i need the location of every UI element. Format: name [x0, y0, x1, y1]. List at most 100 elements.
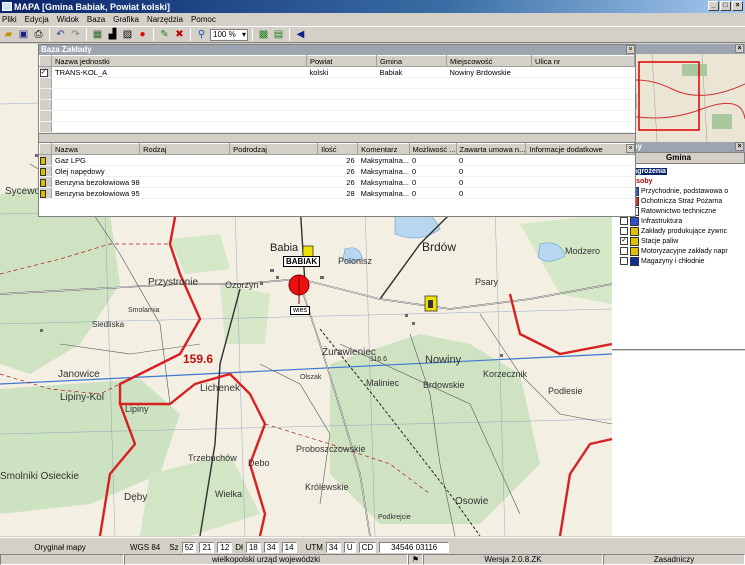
splitter[interactable]	[39, 133, 635, 143]
fuel-station-icon	[630, 236, 639, 246]
place-janowice-label: Janowice	[58, 369, 100, 380]
original-map-label[interactable]: Oryginał mapy	[34, 543, 86, 552]
close-button[interactable]: ×	[732, 1, 743, 11]
menu-grafika[interactable]: Grafika	[113, 15, 139, 24]
institution-label: wielkopolski urząd wojewódzki	[124, 554, 408, 565]
grid-icon[interactable]: ▤	[272, 28, 285, 41]
print-icon[interactable]: ⎙	[32, 28, 45, 41]
scenario-label: Zasadniczy	[603, 554, 745, 565]
save-icon[interactable]: ▣	[17, 28, 30, 41]
utm-label: UTM	[305, 542, 323, 552]
place-brdowskie-label: Brdowskie	[423, 380, 465, 390]
menu-widok[interactable]: Widok	[57, 15, 79, 24]
chart-icon[interactable]: ▟	[106, 28, 119, 41]
delete-icon[interactable]: ✖	[173, 28, 186, 41]
menu-edycja[interactable]: Edycja	[25, 15, 49, 24]
title-bar: MAPA [Gmina Babiak, Powiat kolski] _ □ ×	[0, 0, 745, 13]
menu-pomoc[interactable]: Pomoc	[191, 15, 216, 24]
col-nazwa[interactable]: Nazwa	[50, 143, 141, 155]
place-sycewo-label: Sycewo	[5, 186, 41, 197]
resources-panel-close-button[interactable]: ×	[735, 142, 744, 151]
menu-narzedzia[interactable]: Narzędzia	[147, 15, 183, 24]
col-komentarz[interactable]: Komentarz	[357, 143, 410, 155]
open-icon[interactable]: ▰	[2, 28, 15, 41]
fuel-icon	[39, 156, 46, 165]
redo-icon[interactable]: ↷	[69, 28, 82, 41]
legend-item-zaklady-zywnosc[interactable]: Zakłady produkujące żywnc	[612, 226, 745, 236]
lat-min: 21	[199, 541, 215, 553]
record-icon[interactable]: ●	[136, 28, 149, 41]
place-modzero-label: Modzero	[565, 246, 601, 256]
maximize-button[interactable]: □	[720, 1, 731, 11]
elevation-116-label: 116.6	[370, 356, 387, 363]
edit-icon[interactable]: ✎	[158, 28, 171, 41]
legend-item-magazyny[interactable]: Magazyny i chłodnie	[612, 256, 745, 266]
table-row[interactable]: Benzyna bezołowiowa 95 28 Maksymalna... 0 0	[39, 187, 635, 199]
table-row[interactable]: Olej napędowy 26 Maksymalna... 0 0	[39, 165, 635, 177]
legend-item-stacje-paliw[interactable]: ✓ Stacje paliw	[612, 236, 745, 246]
col-ilosc[interactable]: Ilość	[317, 143, 359, 155]
status-bar: Oryginał mapy WGS 84 Sz 52 21 12 Dł 18 3…	[0, 537, 745, 565]
fuel-icon	[39, 189, 46, 198]
babiak-box-label[interactable]: BABIAK	[283, 256, 321, 267]
back-arrow-icon[interactable]: ◀	[294, 28, 307, 41]
pick-icon[interactable]: ▨	[121, 28, 134, 41]
db-panel-close-button-2[interactable]: ×	[626, 144, 635, 153]
zoom-select[interactable]: 100 %	[210, 28, 248, 41]
navigator-close-button[interactable]: ×	[735, 44, 744, 53]
food-plant-icon	[630, 226, 639, 236]
legend-checkbox[interactable]	[620, 217, 628, 225]
legend-checkbox[interactable]	[620, 257, 628, 265]
col-rodzaj[interactable]: Rodzaj	[139, 143, 231, 155]
toolbar: ▰ ▣ ⎙ ↶ ↷ ▦ ▟ ▨ ● ✎ ✖ ⚲ 100 % ▩ ▤ ◀	[0, 26, 745, 43]
map-icon[interactable]: ▩	[257, 28, 270, 41]
col-ulica[interactable]: Ulica nr	[531, 55, 635, 67]
col-nazwa-jednostki[interactable]: Nazwa jednostki	[51, 55, 307, 67]
place-polonisz-label: Polonisz	[338, 256, 373, 266]
utm-square: CD	[358, 541, 377, 553]
db-panel-title: Baza Zakłady	[41, 45, 92, 54]
units-table: Nazwa jednostki Powiat Gmina Miejscowość…	[39, 55, 635, 133]
menu-pliki[interactable]: Pliki	[2, 15, 17, 24]
place-osowie-label: Osowie	[455, 496, 489, 507]
resources-table: Nazwa Rodzaj Podrodzaj Ilość Komentarz M…	[39, 143, 635, 199]
place-smolarnia-label: Smolarnia	[128, 307, 160, 314]
place-maliniec-label: Maliniec	[366, 378, 400, 388]
place-olszak-label: Olszak	[300, 374, 322, 381]
legend-checkbox[interactable]	[620, 247, 628, 255]
menu-baza[interactable]: Baza	[87, 15, 105, 24]
col-informacje[interactable]: Informacje dodatkowe	[525, 143, 635, 155]
col-powiat[interactable]: Powiat	[306, 55, 377, 67]
legend-item-infrastruktura[interactable]: Infrastruktura	[612, 216, 745, 226]
place-korzecznik-label: Korzecznik	[483, 369, 528, 379]
wies-label: wieś	[290, 306, 311, 315]
col-mozliwosc[interactable]: Możliwość ...	[408, 143, 457, 155]
menu-bar: Pliki Edycja Widok Baza Grafika Narzędzi…	[0, 13, 745, 26]
place-siedliska-label: Siedliska	[92, 320, 125, 329]
infrastructure-icon	[630, 216, 639, 226]
place-przystronie-label: Przystronie	[148, 277, 199, 288]
table-row[interactable]: Benzyna bezołowiowa 98 26 Maksymalna... 0 0	[39, 176, 635, 188]
place-psary-label: Psary	[475, 277, 499, 287]
place-debo-label: Debo	[248, 458, 270, 468]
col-gmina[interactable]: Gmina	[376, 55, 447, 67]
legend-checkbox-checked[interactable]: ✓	[620, 237, 628, 245]
legend-item-motoryzacyjne[interactable]: Motoryzacyjne zakłady napr	[612, 246, 745, 256]
col-miejscowosc[interactable]: Miejscowość	[446, 55, 532, 67]
place-podkrejcie-label: Podkrejcie	[378, 514, 411, 521]
minimize-button[interactable]: _	[708, 1, 719, 11]
table-row[interactable]: Gaz LPG 26 Maksymalna... 0 0	[39, 154, 635, 166]
place-lipiny-label: Lipiny	[125, 404, 149, 414]
place-smolniki-osieckie-label: Smolniki Osieckie	[0, 471, 79, 482]
undo-icon[interactable]: ↶	[54, 28, 67, 41]
db-panel-close-button[interactable]: ×	[626, 45, 635, 54]
place-trzebuchow-label: Trzebuchów	[188, 453, 237, 463]
col-podrodzaj[interactable]: Podrodzaj	[229, 143, 319, 155]
legend-checkbox[interactable]	[620, 227, 628, 235]
col-zawarta-umowa[interactable]: Zawarta umowa n...	[455, 143, 527, 155]
fuel-icon	[39, 178, 46, 187]
layers-icon[interactable]: ▦	[91, 28, 104, 41]
zoom-icon[interactable]: ⚲	[195, 28, 208, 41]
table-row[interactable]: ✓ TRANS-KOL_A kolski Babiak Nowiny Brdow…	[39, 66, 635, 78]
row-checkbox[interactable]: ✓	[39, 68, 48, 77]
